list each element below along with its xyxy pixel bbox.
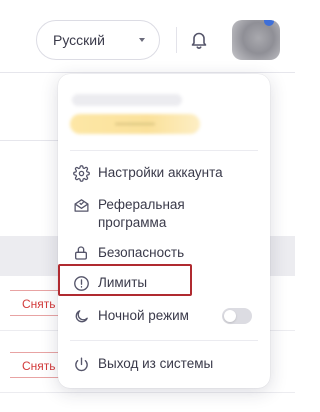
moon-icon — [75, 309, 88, 322]
night-mode-toggle[interactable] — [222, 308, 252, 324]
lock-icon — [75, 246, 87, 260]
menu-divider — [70, 150, 258, 151]
header-separator — [176, 27, 177, 53]
menu-item-label: Настройки аккаунта — [98, 165, 223, 180]
menu-item-label: Безопасность — [98, 245, 185, 260]
menu-item-label: Выход из системы — [98, 356, 214, 371]
language-select-value: Русский — [53, 32, 105, 48]
menu-item-referral-program[interactable]: Реферальная программа — [72, 196, 258, 232]
user-name-redacted — [72, 94, 182, 106]
notifications-button[interactable] — [186, 28, 212, 52]
menu-item-logout[interactable]: Выход из системы — [72, 355, 258, 373]
account-dropdown-menu: Настройки аккаунта Реферальная программа… — [58, 74, 270, 388]
menu-divider — [70, 340, 258, 341]
chevron-down-icon — [139, 38, 145, 42]
header-divider — [0, 72, 295, 73]
menu-item-label: Ночной режим — [98, 308, 189, 323]
content-divider — [0, 140, 60, 141]
menu-item-limits[interactable]: Лимиты — [72, 274, 258, 292]
menu-item-label: Лимиты — [98, 275, 148, 290]
avatar[interactable] — [232, 20, 280, 60]
table-row-divider — [0, 392, 295, 393]
bell-icon — [191, 32, 207, 49]
envelope-icon — [73, 198, 89, 212]
menu-item-security[interactable]: Безопасность — [72, 244, 258, 262]
alert-circle-icon — [73, 275, 89, 291]
gear-icon — [72, 164, 90, 182]
menu-item-label: Реферальная программа — [98, 197, 185, 230]
menu-item-account-settings[interactable]: Настройки аккаунта — [72, 164, 258, 182]
power-icon — [74, 356, 88, 371]
user-badge-redacted — [70, 114, 200, 134]
language-select[interactable]: Русский — [36, 20, 160, 60]
